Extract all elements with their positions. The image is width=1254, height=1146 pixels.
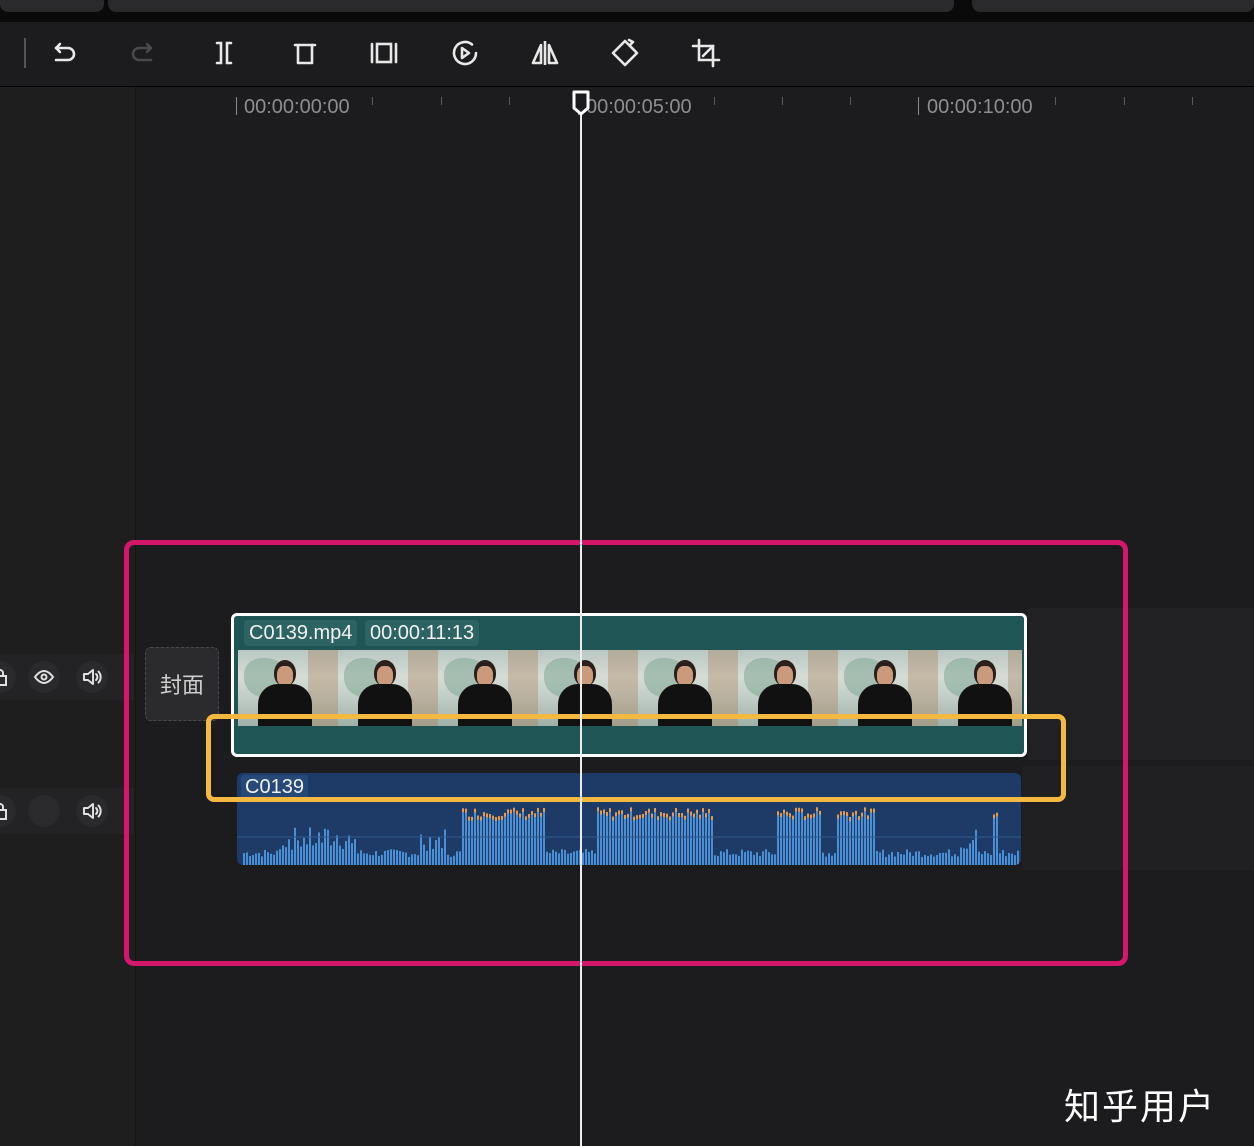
playhead-handle[interactable] (571, 90, 591, 116)
track-placeholder-icon (28, 795, 60, 827)
window-top-bar (0, 0, 1254, 22)
undo-icon[interactable] (46, 36, 80, 70)
eye-icon[interactable] (28, 661, 60, 693)
freeze-frame-icon[interactable] (367, 36, 401, 70)
speed-icon[interactable] (448, 36, 482, 70)
audio-track-header (0, 788, 134, 834)
ruler-tick (782, 97, 783, 105)
video-track-header (0, 654, 134, 700)
ruler-tick (441, 97, 442, 105)
ruler-tick (850, 97, 851, 105)
ruler-label-5s: 00:00:05:00 (586, 96, 692, 118)
volume-icon[interactable] (76, 795, 108, 827)
ruler-tick (1055, 97, 1056, 105)
toolbar-divider (24, 38, 26, 68)
ruler-tick (918, 97, 919, 115)
ruler-tick (236, 97, 237, 115)
highlight-box-audio-label (206, 714, 1066, 802)
split-icon[interactable] (207, 36, 241, 70)
ruler-label-10s: 00:00:10:00 (927, 96, 1033, 118)
ruler-tick (714, 97, 715, 105)
crop-icon[interactable] (689, 36, 723, 70)
playhead[interactable] (580, 98, 582, 1146)
edit-toolbar (0, 22, 1254, 87)
redo-icon[interactable] (127, 36, 161, 70)
top-tab[interactable] (0, 0, 104, 12)
ruler-tick (509, 97, 510, 105)
ruler-label-0s: 00:00:00:00 (244, 96, 350, 118)
top-tab[interactable] (108, 0, 954, 12)
ruler-tick (1124, 97, 1125, 105)
volume-icon[interactable] (76, 661, 108, 693)
ruler-tick (372, 97, 373, 105)
top-tab[interactable] (972, 0, 1254, 12)
delete-icon[interactable] (288, 36, 322, 70)
mirror-icon[interactable] (528, 36, 562, 70)
watermark: 知乎用户 (1064, 1087, 1217, 1128)
ruler-tick (1192, 97, 1193, 105)
track-header-panel (0, 87, 136, 1146)
rotate-icon[interactable] (608, 36, 642, 70)
timeline-ruler[interactable]: 00:00:00:00 00:00:05:00 00:00:10:00 (136, 87, 1254, 127)
